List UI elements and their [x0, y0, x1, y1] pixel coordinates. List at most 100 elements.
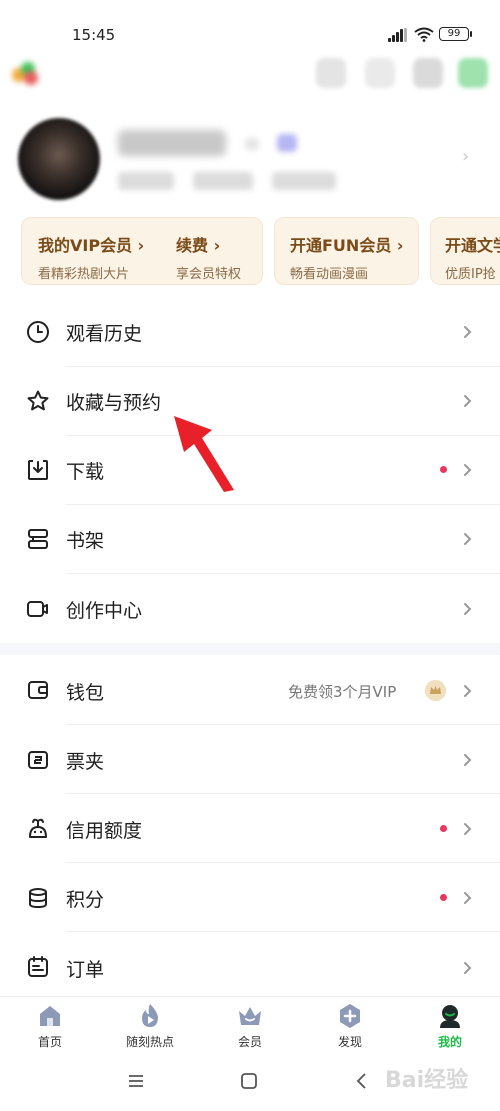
- battery-level: 99: [447, 28, 461, 39]
- renew-button[interactable]: 续费 › 享会员特权: [176, 232, 241, 282]
- menu-item-favorites[interactable]: 收藏与预约: [0, 366, 500, 435]
- nav-label: 发现: [337, 1035, 362, 1049]
- chevron-right-icon: [464, 962, 472, 974]
- star-icon: [27, 390, 49, 411]
- watermark: Bai经验: [385, 1068, 469, 1093]
- menu-item-creator-center[interactable]: 创作中心: [0, 573, 500, 642]
- clock-icon: [27, 321, 49, 343]
- bookshelf-icon: [28, 529, 48, 549]
- chevron-right-icon: [464, 823, 472, 835]
- profile-stat-3[interactable]: [272, 172, 336, 190]
- menu-item-bookshelf[interactable]: 书架: [0, 504, 500, 573]
- menu-label: 积分: [66, 889, 105, 911]
- notification-dot: [440, 466, 447, 473]
- signal-icon: [388, 28, 410, 42]
- chevron-right-icon: [464, 685, 472, 697]
- chevron-right-icon: [464, 603, 472, 615]
- menu-label: 票夹: [66, 751, 105, 773]
- menu-label: 创作中心: [66, 600, 143, 622]
- download-icon: [28, 460, 48, 480]
- membership-cards: 我的VIP会员 › 看精彩热剧大片 续费 › 享会员特权 开通FUN会员 › 畅…: [0, 217, 500, 287]
- card-title: 开通FUN会员: [290, 236, 392, 255]
- card-subtitle: 看精彩热剧大片: [38, 267, 130, 282]
- crown-icon: [239, 1007, 261, 1025]
- nav-tab-trending[interactable]: 随刻热点: [110, 1003, 190, 1050]
- menu-label: 收藏与预约: [66, 392, 162, 414]
- discover-icon: [340, 1004, 360, 1028]
- menu-item-wallet[interactable]: 钱包 免费领3个月VIP: [0, 655, 500, 724]
- profile-stat-1[interactable]: [118, 172, 174, 190]
- wallet-icon: [28, 681, 48, 699]
- header-message-icon[interactable]: [365, 58, 395, 88]
- menu-item-points[interactable]: 积分: [0, 862, 500, 931]
- card-title: 续费: [176, 236, 209, 255]
- notification-dot: [440, 894, 447, 901]
- menu-label: 下载: [66, 461, 105, 483]
- wifi-icon: [414, 27, 434, 42]
- home-button-icon[interactable]: [239, 1072, 259, 1090]
- gender-badge: [245, 137, 259, 151]
- nav-tab-vip[interactable]: 会员: [210, 1003, 290, 1050]
- camera-icon: [27, 601, 48, 617]
- my-vip-button[interactable]: 我的VIP会员 › 看精彩热剧大片: [38, 232, 144, 282]
- chevron-right-icon: [464, 326, 472, 338]
- card-title: 我的VIP会员: [38, 236, 133, 255]
- level-badge: [277, 134, 297, 152]
- literature-card[interactable]: 开通文学 优质IP抢: [430, 217, 500, 285]
- home-icon: [40, 1006, 60, 1026]
- status-time: 15:45: [72, 26, 116, 44]
- flame-play-icon: [142, 1004, 158, 1027]
- header-scan-icon[interactable]: [316, 58, 346, 88]
- order-icon: [28, 956, 48, 977]
- card-title: 开通文学: [445, 236, 500, 255]
- credit-icon: [29, 818, 47, 838]
- profile-stat-2[interactable]: [193, 172, 253, 190]
- card-subtitle: 优质IP抢: [445, 267, 496, 282]
- nav-label: 随刻热点: [125, 1035, 174, 1049]
- chevron-right-icon: [464, 754, 472, 766]
- nav-tab-home[interactable]: 首页: [10, 1003, 90, 1050]
- user-nickname[interactable]: [118, 130, 226, 156]
- back-icon[interactable]: [352, 1072, 372, 1090]
- menu-item-tickets[interactable]: 票夹: [0, 724, 500, 793]
- nav-label: 首页: [37, 1035, 62, 1049]
- card-subtitle: 享会员特权: [176, 267, 242, 282]
- menu-label: 钱包: [66, 682, 105, 704]
- menu-label: 观看历史: [66, 323, 143, 345]
- fun-card[interactable]: 开通FUN会员 › 畅看动画漫画: [274, 217, 419, 285]
- notification-dot: [440, 825, 447, 832]
- header-settings-icon[interactable]: [413, 58, 443, 88]
- nav-label: 我的: [437, 1035, 462, 1049]
- menu-label: 订单: [66, 959, 105, 981]
- avatar[interactable]: [18, 118, 100, 200]
- chevron-right-icon: [464, 464, 472, 476]
- menu-label: 信用额度: [66, 820, 143, 842]
- menu-item-history[interactable]: 观看历史: [0, 297, 500, 366]
- vip-card: 我的VIP会员 › 看精彩热剧大片 续费 › 享会员特权: [21, 217, 263, 285]
- profile-chevron-icon[interactable]: ›: [462, 146, 469, 167]
- app-logo-icon[interactable]: [12, 62, 40, 86]
- battery-icon: 99: [439, 27, 472, 41]
- nav-tab-mine[interactable]: 我的: [410, 1003, 490, 1050]
- section-gap: [0, 643, 500, 655]
- bottom-nav: 首页 随刻热点 会员 发现 我的: [0, 996, 500, 1053]
- annotation-arrow-icon: [174, 416, 234, 492]
- chevron-right-icon: [464, 395, 472, 407]
- menu-icon[interactable]: [126, 1072, 146, 1090]
- nav-tab-discover[interactable]: 发现: [310, 1003, 390, 1050]
- menu-item-credit[interactable]: 信用额度: [0, 793, 500, 862]
- chevron-right-icon: [464, 533, 472, 545]
- card-subtitle: 畅看动画漫画: [290, 267, 369, 282]
- status-bar: 15:45 99: [0, 0, 500, 64]
- menu-label: 书架: [66, 530, 105, 552]
- crown-badge-icon: [425, 680, 446, 701]
- wallet-promo-text: 免费领3个月VIP: [288, 683, 397, 701]
- ticket-icon: [28, 751, 48, 769]
- header-green-icon[interactable]: [458, 58, 488, 88]
- nav-label: 会员: [237, 1035, 262, 1049]
- coins-icon: [29, 888, 47, 909]
- menu-item-orders[interactable]: 订单: [0, 931, 500, 1000]
- profile-icon: [440, 1005, 460, 1028]
- chevron-right-icon: [464, 892, 472, 904]
- menu-item-download[interactable]: 下载: [0, 435, 500, 504]
